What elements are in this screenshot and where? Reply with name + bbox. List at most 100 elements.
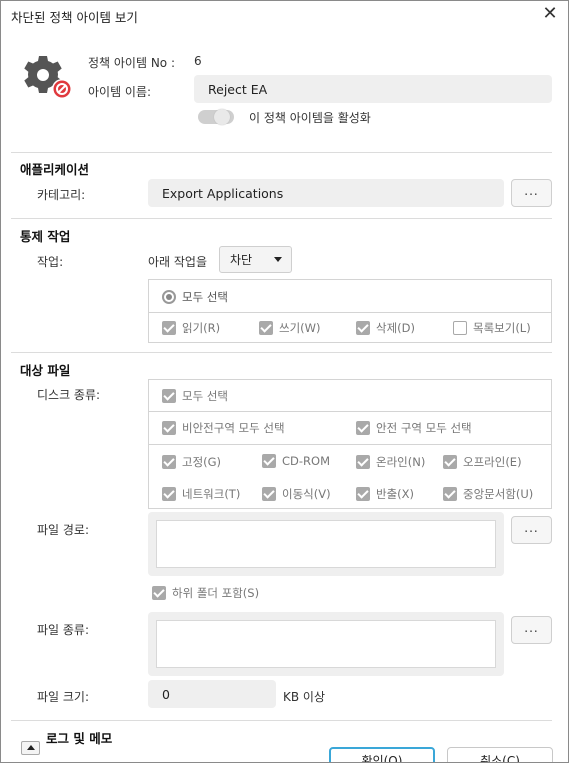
item-name-label: 아이템 이름: xyxy=(88,85,152,99)
checkbox-icon xyxy=(162,389,176,403)
file-path-field[interactable] xyxy=(148,512,504,576)
checkbox-icon xyxy=(162,421,176,435)
category-label: 카테고리: xyxy=(37,188,86,202)
option-write-label: 쓰기(W) xyxy=(279,321,321,335)
disk-cdrom[interactable]: CD-ROM xyxy=(262,454,330,468)
file-type-label: 파일 종류: xyxy=(37,623,90,637)
checkbox-icon xyxy=(453,321,467,335)
disk-export-label: 반출(X) xyxy=(376,487,415,501)
ok-button[interactable]: 확인(O) xyxy=(329,747,435,763)
option-delete-label: 삭제(D) xyxy=(376,321,415,335)
disk-online-label: 온라인(N) xyxy=(376,455,426,469)
action-label: 작업: xyxy=(37,255,64,269)
file-type-input[interactable] xyxy=(156,620,496,668)
disk-removable[interactable]: 이동식(V) xyxy=(262,486,331,502)
checkbox-icon xyxy=(262,487,276,501)
checkbox-icon xyxy=(356,455,370,469)
checkbox-icon xyxy=(162,455,176,469)
file-path-input[interactable] xyxy=(156,520,496,568)
activate-toggle[interactable] xyxy=(198,109,234,125)
divider xyxy=(11,720,552,721)
disk-cdrom-label: CD-ROM xyxy=(282,454,330,468)
option-read[interactable]: 읽기(R) xyxy=(162,320,220,336)
control-select-all-label: 모두 선택 xyxy=(182,290,228,304)
secure-select-all-label: 안전 구역 모두 선택 xyxy=(376,421,472,435)
disk-offline[interactable]: 오프라인(E) xyxy=(443,454,522,470)
close-icon[interactable]: ✕ xyxy=(541,5,559,23)
secure-select-all[interactable]: 안전 구역 모두 선택 xyxy=(356,420,472,436)
file-path-label: 파일 경로: xyxy=(37,523,90,537)
action-select-value: 차단 xyxy=(230,253,253,267)
file-size-field[interactable]: 0 xyxy=(148,680,276,708)
blocked-settings-icon xyxy=(21,53,75,101)
action-prefix: 아래 작업을 xyxy=(148,255,208,269)
item-no-label: 정책 아이템 No : xyxy=(88,56,176,70)
checkbox-icon xyxy=(262,454,276,468)
disk-central[interactable]: 중앙문서함(U) xyxy=(443,486,533,502)
disk-fixed[interactable]: 고정(G) xyxy=(162,454,221,470)
divider xyxy=(11,218,552,219)
row-separator xyxy=(149,411,551,412)
item-no-value: 6 xyxy=(194,54,202,68)
disk-select-all-label: 모두 선택 xyxy=(182,389,228,403)
chevron-down-icon xyxy=(274,257,282,262)
checkbox-icon xyxy=(259,321,273,335)
include-subfolders-label: 하위 폴더 포함(S) xyxy=(172,586,260,600)
radio-icon xyxy=(162,290,176,304)
item-name-value: Reject EA xyxy=(208,81,268,97)
disk-fixed-label: 고정(G) xyxy=(182,455,222,469)
disk-options-box: 모두 선택 비안전구역 모두 선택 안전 구역 모두 선택 고정(G) CD-R… xyxy=(148,379,552,509)
checkbox-icon xyxy=(356,487,370,501)
option-list-label: 목록보기(L) xyxy=(473,321,531,335)
divider xyxy=(11,352,552,353)
include-subfolders[interactable]: 하위 폴더 포함(S) xyxy=(152,585,259,601)
disk-network[interactable]: 네트워크(T) xyxy=(162,486,240,502)
checkbox-icon xyxy=(162,487,176,501)
row-separator xyxy=(149,444,551,445)
option-list[interactable]: 목록보기(L) xyxy=(453,320,531,336)
divider xyxy=(11,152,552,153)
file-type-field[interactable] xyxy=(148,612,504,676)
disk-select-all[interactable]: 모두 선택 xyxy=(162,388,228,404)
action-select[interactable]: 차단 xyxy=(219,246,292,273)
disk-network-label: 네트워크(T) xyxy=(182,487,241,501)
disk-export[interactable]: 반출(X) xyxy=(356,486,414,502)
disk-removable-label: 이동식(V) xyxy=(282,487,331,501)
cancel-button[interactable]: 취소(C) xyxy=(447,747,553,763)
dialog-title: 차단된 정책 아이템 보기 xyxy=(11,10,138,25)
category-value: Export Applications xyxy=(162,185,284,201)
non-secure-select-all-label: 비안전구역 모두 선택 xyxy=(182,421,285,435)
control-section-title: 통제 작업 xyxy=(20,229,71,244)
option-write[interactable]: 쓰기(W) xyxy=(259,320,321,336)
checkbox-icon xyxy=(162,321,176,335)
option-delete[interactable]: 삭제(D) xyxy=(356,320,415,336)
item-name-field[interactable]: Reject EA xyxy=(194,75,552,103)
category-browse-button[interactable]: ... xyxy=(511,179,552,207)
disk-offline-label: 오프라인(E) xyxy=(463,455,522,469)
disk-central-label: 중앙문서함(U) xyxy=(463,487,534,501)
application-section-title: 애플리케이션 xyxy=(20,162,90,177)
file-size-value: 0 xyxy=(162,686,170,702)
checkbox-icon xyxy=(356,421,370,435)
activate-label: 이 정책 아이템을 활성화 xyxy=(249,111,371,125)
file-type-browse-button[interactable]: ... xyxy=(511,616,552,644)
checkbox-icon xyxy=(356,321,370,335)
non-secure-select-all[interactable]: 비안전구역 모두 선택 xyxy=(162,420,285,436)
file-path-browse-button[interactable]: ... xyxy=(511,516,552,544)
control-select-all[interactable]: 모두 선택 xyxy=(162,289,228,305)
control-options-box: 모두 선택 읽기(R) 쓰기(W) 삭제(D) 목록보기(L) xyxy=(148,279,552,343)
log-section-title: 로그 및 메모 xyxy=(46,731,113,746)
target-section-title: 대상 파일 xyxy=(20,363,71,378)
file-size-label: 파일 크기: xyxy=(37,690,90,704)
disk-online[interactable]: 온라인(N) xyxy=(356,454,425,470)
expand-log-button[interactable] xyxy=(21,741,40,755)
ok-button-label: 확인(O) xyxy=(361,754,403,763)
checkbox-icon xyxy=(443,487,457,501)
category-field[interactable]: Export Applications xyxy=(148,179,504,207)
policy-item-dialog: 차단된 정책 아이템 보기 ✕ 정책 아이템 No : 6 아이템 이름: Re… xyxy=(0,0,569,763)
option-read-label: 읽기(R) xyxy=(182,321,221,335)
checkbox-icon xyxy=(443,455,457,469)
checkbox-icon xyxy=(152,586,166,600)
disk-type-label: 디스크 종류: xyxy=(37,388,101,402)
cancel-button-label: 취소(C) xyxy=(480,754,520,763)
